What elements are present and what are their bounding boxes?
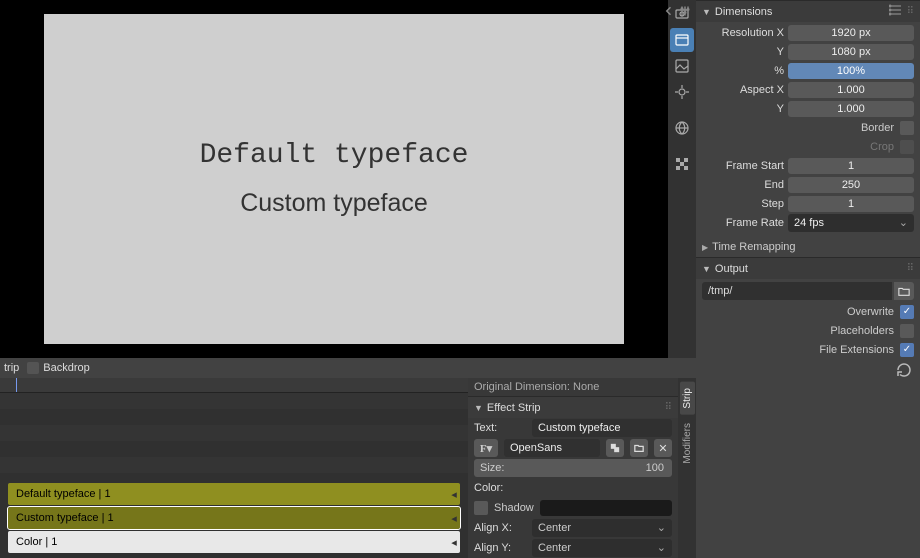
strip-tab-partial[interactable]: trip bbox=[4, 362, 19, 374]
font-input[interactable]: OpenSans bbox=[504, 439, 600, 457]
placeholders-checkbox[interactable] bbox=[900, 324, 914, 338]
preview-text-custom: Custom typeface bbox=[240, 189, 428, 218]
text-input[interactable]: Custom typeface bbox=[532, 419, 672, 437]
text-label: Text: bbox=[474, 422, 526, 434]
output-path-input[interactable]: /tmp/ bbox=[702, 282, 892, 300]
strip-handle-icon[interactable]: ◂ bbox=[450, 510, 458, 526]
resolution-x-label: Resolution X bbox=[702, 27, 784, 39]
frame-rate-label: Frame Rate bbox=[702, 217, 784, 229]
sequencer-header-bar: trip Backdrop bbox=[0, 358, 696, 378]
properties-tab-strip bbox=[668, 0, 696, 358]
frame-start-input[interactable]: 1 bbox=[788, 158, 914, 174]
shadow-label: Shadow bbox=[494, 502, 534, 514]
file-extensions-checkbox[interactable] bbox=[900, 343, 914, 357]
frame-end-label: End bbox=[702, 179, 784, 191]
sequencer-side-tabs: Strip Modifiers bbox=[678, 378, 696, 558]
output-header[interactable]: ▼ Output ⠿ bbox=[696, 257, 920, 279]
open-file-icon[interactable] bbox=[630, 439, 648, 457]
preview-text-default: Default typeface bbox=[200, 140, 469, 171]
resolution-y-label: Y bbox=[702, 46, 784, 58]
size-slider[interactable]: Size: 100 bbox=[474, 459, 672, 477]
file-extensions-label: File Extensions bbox=[819, 344, 894, 356]
overwrite-checkbox[interactable] bbox=[900, 305, 914, 319]
backdrop-label: Backdrop bbox=[43, 362, 89, 374]
world-tab-icon[interactable] bbox=[670, 116, 694, 140]
users-icon[interactable] bbox=[606, 439, 624, 457]
text-strip-custom[interactable]: Custom typeface | 1 ◂ bbox=[8, 507, 460, 529]
output-tab-icon[interactable] bbox=[670, 28, 694, 52]
frame-start-label: Frame Start bbox=[702, 160, 784, 172]
frame-end-input[interactable]: 250 bbox=[788, 177, 914, 193]
color-strip[interactable]: Color | 1 ◂ bbox=[8, 531, 460, 553]
alignx-label: Align X: bbox=[474, 522, 526, 534]
percent-label: % bbox=[702, 65, 784, 77]
image-tab-icon[interactable] bbox=[670, 54, 694, 78]
aspect-y-label: Y bbox=[702, 103, 784, 115]
grip-icon[interactable]: ⠿ bbox=[907, 263, 914, 274]
aspect-x-label: Aspect X bbox=[702, 84, 784, 96]
border-label: Border bbox=[861, 122, 894, 134]
scene-tab-icon[interactable] bbox=[670, 80, 694, 104]
timeline-ruler[interactable] bbox=[0, 378, 468, 393]
preview-pane: Default typeface Custom typeface bbox=[0, 0, 696, 358]
crop-checkbox bbox=[900, 140, 914, 154]
folder-browse-icon[interactable] bbox=[894, 282, 914, 300]
side-tab-strip[interactable]: Strip bbox=[680, 382, 695, 415]
preview-viewport[interactable]: Default typeface Custom typeface bbox=[0, 0, 668, 358]
sliders-icon[interactable] bbox=[678, 4, 692, 18]
aligny-label: Align Y: bbox=[474, 542, 526, 554]
color-label: Color: bbox=[474, 482, 526, 494]
time-remapping-header[interactable]: ▶ Time Remapping bbox=[696, 237, 920, 257]
aligny-dropdown[interactable]: Center bbox=[532, 539, 672, 557]
resolution-y-input[interactable]: 1080 px bbox=[788, 44, 914, 60]
strip-handle-icon[interactable]: ◂ bbox=[450, 534, 458, 550]
chevron-left-icon[interactable] bbox=[662, 4, 676, 18]
font-datablock-icon[interactable]: F▾ bbox=[474, 439, 498, 457]
backdrop-checkbox[interactable] bbox=[27, 362, 39, 374]
refresh-icon[interactable] bbox=[896, 362, 912, 378]
shadow-checkbox[interactable] bbox=[474, 501, 488, 515]
frame-step-input[interactable]: 1 bbox=[788, 196, 914, 212]
side-tab-modifiers[interactable]: Modifiers bbox=[680, 417, 695, 470]
frame-step-label: Step bbox=[702, 198, 784, 210]
shadow-color-swatch[interactable] bbox=[540, 500, 672, 516]
backdrop-toggle[interactable]: Backdrop bbox=[27, 362, 89, 374]
resolution-x-input[interactable]: 1920 px bbox=[788, 25, 914, 41]
unlink-icon[interactable]: ✕ bbox=[654, 439, 672, 457]
strip-properties-panel: Original Dimension: None ▼ Effect Strip … bbox=[468, 378, 678, 558]
playhead[interactable] bbox=[16, 378, 17, 392]
presets-icon[interactable] bbox=[889, 3, 903, 20]
preview-canvas: Default typeface Custom typeface bbox=[44, 14, 624, 344]
sequencer-timeline: Default typeface | 1 ◂ Custom typeface |… bbox=[0, 378, 696, 558]
dimensions-header[interactable]: ▼ Dimensions ⠿ bbox=[696, 0, 920, 22]
overwrite-label: Overwrite bbox=[847, 306, 894, 318]
properties-panel: ▼ Dimensions ⠿ Resolution X 1920 px Y 10… bbox=[696, 0, 920, 558]
alignx-dropdown[interactable]: Center bbox=[532, 519, 672, 537]
grip-icon[interactable]: ⠿ bbox=[665, 402, 672, 413]
effect-strip-header[interactable]: ▼ Effect Strip ⠿ bbox=[468, 396, 678, 418]
percent-input[interactable]: 100% bbox=[788, 63, 914, 79]
timeline-tracks[interactable]: Default typeface | 1 ◂ Custom typeface |… bbox=[0, 393, 468, 558]
aspect-y-input[interactable]: 1.000 bbox=[788, 101, 914, 117]
aspect-x-input[interactable]: 1.000 bbox=[788, 82, 914, 98]
strip-handle-icon[interactable]: ◂ bbox=[450, 486, 458, 502]
border-checkbox[interactable] bbox=[900, 121, 914, 135]
text-strip-default[interactable]: Default typeface | 1 ◂ bbox=[8, 483, 460, 505]
placeholders-label: Placeholders bbox=[830, 325, 894, 337]
crop-label: Crop bbox=[870, 141, 894, 153]
grip-icon[interactable]: ⠿ bbox=[907, 6, 914, 17]
texture-tab-icon[interactable] bbox=[670, 152, 694, 176]
original-dimension-label: Original Dimension: None bbox=[468, 378, 678, 396]
frame-rate-dropdown[interactable]: 24 fps bbox=[788, 214, 914, 232]
